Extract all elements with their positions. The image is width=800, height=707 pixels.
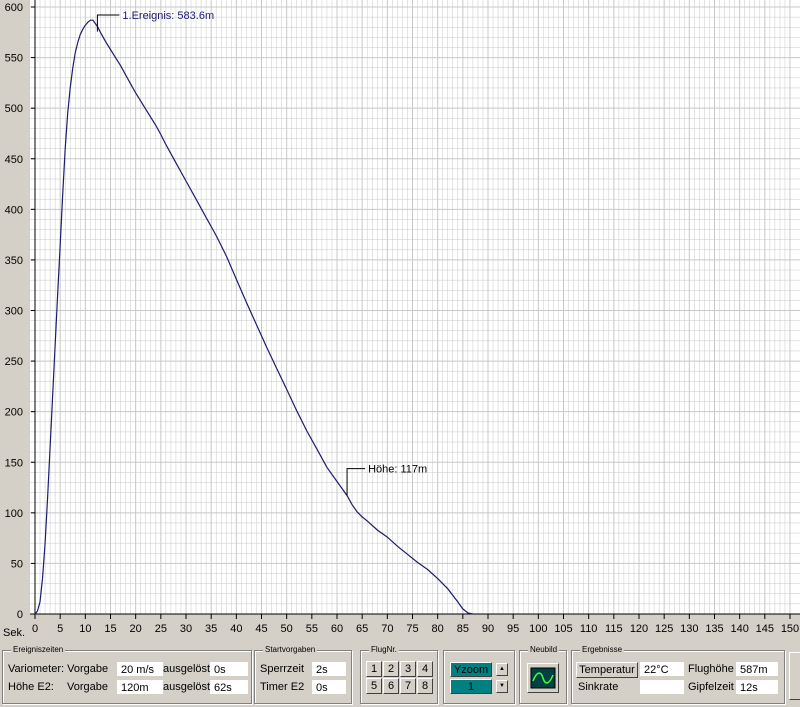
x-tick-label: 20 [130, 623, 142, 635]
x-tick-label: 125 [655, 623, 673, 635]
x-tick-label: 140 [730, 623, 748, 635]
y-tick-label: 600 [5, 2, 23, 14]
x-tick-label: 100 [529, 623, 547, 635]
oscilloscope-icon [530, 667, 556, 689]
x-tick-label: 0 [32, 623, 38, 635]
x-tick-label: 85 [457, 623, 469, 635]
y-tick-label: 450 [5, 154, 23, 166]
x-tick-label: 110 [580, 623, 598, 635]
annotation-label: 1.Ereignis: 583.6m [122, 10, 214, 22]
x-tick-label: 60 [331, 623, 343, 635]
yzoom-group: Yzoom ▲ 1 ▼ [443, 650, 515, 704]
y-tick-label: 200 [5, 407, 23, 419]
flug-6-button[interactable]: 6 [383, 678, 399, 694]
flug-7-button[interactable]: 7 [400, 678, 416, 694]
neubild-title: Neubild [528, 644, 560, 656]
x-tick-label: 95 [507, 623, 519, 635]
gipfelzeit-label: Gipfelzeit [688, 681, 734, 693]
y-tick-label: 550 [5, 53, 23, 65]
x-tick-label: 45 [255, 623, 267, 635]
annotation-label: Höhe: 117m [368, 464, 427, 476]
flugnr-group: FlugNr. 1 2 3 4 5 6 7 8 [360, 644, 438, 704]
yzoom-down-button[interactable]: ▼ [496, 680, 508, 693]
x-tick-label: 80 [432, 623, 444, 635]
yzoom-up-button[interactable]: ▲ [496, 663, 508, 676]
x-tick-label: 50 [281, 623, 293, 635]
yzoom-value-field[interactable]: 1 [450, 679, 492, 694]
ereigniszeiten-group: Ereigniszeiten Variometer: Vorgabe 20 m/… [2, 644, 252, 704]
x-tick-label: 130 [680, 623, 698, 635]
yzoom-button[interactable]: Yzoom [450, 662, 492, 677]
temperatur-field: 22°C [640, 662, 684, 676]
flugnr-title: FlugNr. [369, 644, 399, 656]
y-tick-label: 400 [5, 204, 23, 216]
edge-control[interactable] [789, 652, 800, 700]
y-tick-label: 100 [5, 508, 23, 520]
variometer-ausgeloest-label: ausgelöst [163, 663, 211, 675]
flughoehe-label: Flughöhe [688, 663, 734, 675]
neubild-button[interactable] [527, 663, 559, 693]
x-tick-label: 145 [756, 623, 774, 635]
flughoehe-field: 587m [736, 662, 778, 676]
x-tick-label: 135 [705, 623, 723, 635]
flug-3-button[interactable]: 3 [400, 661, 416, 677]
flug-2-button[interactable]: 2 [383, 661, 399, 677]
temperatur-button[interactable]: Temperatur [576, 662, 638, 678]
hoehe-e2-ausgeloest-field: 62s [210, 680, 248, 694]
hoehe-e2-ausgeloest-label: ausgelöst [163, 681, 211, 693]
sinkrate-field [640, 680, 684, 694]
neubild-group: Neubild [519, 644, 567, 704]
startvorgaben-title: Startvorgaben [263, 644, 318, 656]
flug-4-button[interactable]: 4 [417, 661, 433, 677]
x-tick-label: 70 [381, 623, 393, 635]
x-tick-label: 25 [155, 623, 167, 635]
x-tick-label: 115 [605, 623, 623, 635]
flight-altitude-chart: 0 5 10 15 20 25 30 35 40 45 50 55 60 65 70 75 80 85 90 95 10… [3, 0, 800, 639]
x-tick-label: 150 [781, 623, 799, 635]
x-tick-label: 40 [230, 623, 242, 635]
y-tick-label: 300 [5, 306, 23, 318]
x-tick-label: 35 [205, 623, 217, 635]
ergebnisse-title: Ergebnisse [580, 644, 625, 656]
flug-8-button[interactable]: 8 [417, 678, 433, 694]
sinkrate-label: Sinkrate [578, 681, 619, 693]
hoehe-e2-vorgabe-label: Vorgabe [67, 681, 108, 693]
timer-e2-label: Timer E2 [260, 681, 305, 693]
flug-5-button[interactable]: 5 [366, 678, 382, 694]
startvorgaben-group: Startvorgaben Sperrzeit 2s Timer E2 0s [254, 644, 352, 704]
x-tick-label: 65 [356, 623, 368, 635]
x-tick-label: 120 [630, 623, 648, 635]
ergebnisse-group: Ergebnisse Temperatur 22°C Flughöhe 587m… [571, 644, 785, 704]
x-tick-label: 105 [554, 623, 572, 635]
x-tick-label: 10 [79, 623, 91, 635]
x-tick-label: 90 [482, 623, 494, 635]
y-tick-label: 500 [5, 103, 23, 115]
variometer-vorgabe-field[interactable]: 20 m/s [117, 662, 163, 676]
x-axis-label: Sek. [3, 627, 25, 639]
timer-e2-field[interactable]: 0s [312, 680, 346, 694]
sperrzeit-field[interactable]: 2s [312, 662, 346, 676]
x-tick-label: 30 [180, 623, 192, 635]
gipfelzeit-field: 12s [736, 680, 778, 694]
ereigniszeiten-title: Ereigniszeiten [11, 644, 66, 656]
y-tick-label: 50 [11, 558, 23, 570]
variometer-ausgeloest-field: 0s [210, 662, 248, 676]
y-tick-label: 250 [5, 356, 23, 368]
x-tick-label: 15 [104, 623, 116, 635]
variometer-label: Variometer: Vorgabe [8, 663, 109, 675]
x-tick-label: 75 [406, 623, 418, 635]
flug-1-button[interactable]: 1 [366, 661, 382, 677]
x-tick-label: 55 [306, 623, 318, 635]
y-tick-label: 350 [5, 255, 23, 267]
sperrzeit-label: Sperrzeit [260, 663, 305, 675]
hoehe-e2-vorgabe-field[interactable]: 120m [117, 680, 163, 694]
y-tick-label: 150 [5, 457, 23, 469]
x-tick-label: 5 [57, 623, 63, 635]
y-tick-label: 0 [17, 609, 23, 621]
hoehe-e2-label: Höhe E2: [8, 681, 54, 693]
